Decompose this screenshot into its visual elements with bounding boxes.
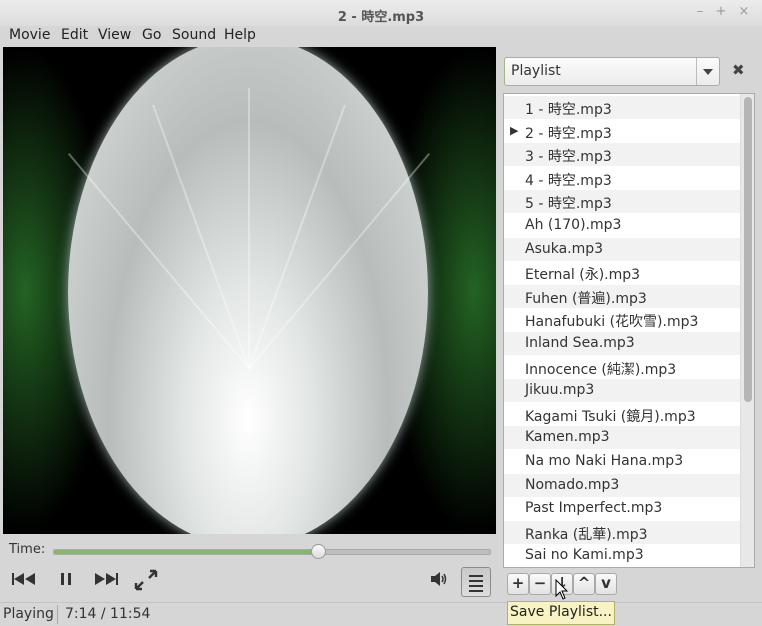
playlist-item[interactable]: Eternal (永).mp3 <box>504 261 740 284</box>
playlist-item-label: Past Imperfect.mp3 <box>525 500 663 517</box>
menu-help[interactable]: Help <box>224 27 256 43</box>
sidebar-toggle-button[interactable] <box>461 567 491 597</box>
sidebar-selector[interactable]: Playlist <box>504 57 720 86</box>
speaker-icon <box>431 572 447 586</box>
volume-button[interactable] <box>430 571 450 591</box>
playback-controls <box>0 565 496 601</box>
mouse-cursor-icon <box>555 579 569 600</box>
menu-go[interactable]: Go <box>142 27 161 43</box>
playlist-item[interactable]: Innocence (純潔).mp3 <box>504 356 740 379</box>
menu-view[interactable]: View <box>98 27 131 43</box>
playback-state: Playing <box>3 606 54 622</box>
menu-movie[interactable]: Movie <box>9 27 50 43</box>
playlist-item-label: Sai no Kami.mp3 <box>525 547 644 564</box>
playlist-item-label: Kagami Tsuki (鏡月).mp3 <box>525 408 696 425</box>
visual-ray <box>248 88 250 369</box>
list-icon-line <box>469 585 483 587</box>
window-title: 2 - 時空.mp3 <box>337 10 425 25</box>
visual-ray <box>67 152 250 370</box>
menu-edit[interactable]: Edit <box>61 27 88 43</box>
playlist-item-label: Innocence (純潔).mp3 <box>525 361 677 378</box>
menu-bar: Movie Edit View Go Sound Help <box>0 26 762 46</box>
close-sidebar-icon[interactable]: ✖ <box>732 61 745 79</box>
playlist-scrollbar[interactable] <box>740 94 754 567</box>
seek-slider[interactable] <box>53 544 491 559</box>
menu-sound[interactable]: Sound <box>172 27 216 43</box>
seek-progress <box>54 550 318 554</box>
status-bar: Playing 7:14 / 11:54 <box>0 602 762 626</box>
playlist-item-label: Ah (170).mp3 <box>525 217 622 233</box>
playlist-item[interactable]: ▶ 2 - 時空.mp3 <box>504 120 740 143</box>
playlist-item[interactable]: Ranka (乱華).mp3 <box>504 520 740 544</box>
time-label: Time: <box>9 542 46 557</box>
playlist-item[interactable]: 3 - 時空.mp3 <box>504 143 740 167</box>
playlist-item[interactable]: Nomado.mp3 <box>504 473 740 497</box>
playback-time: 7:14 / 11:54 <box>65 606 151 622</box>
visual-ray <box>248 152 431 370</box>
playlist-item-label: Asuka.mp3 <box>525 240 604 257</box>
playlist-item-label: 1 - 時空.mp3 <box>525 102 612 118</box>
seek-handle[interactable] <box>310 544 326 559</box>
remove-button[interactable]: − <box>529 573 551 595</box>
visual-ray <box>248 104 346 369</box>
playlist-item-label: 4 - 時空.mp3 <box>525 172 612 189</box>
chevron-down-icon[interactable] <box>696 58 719 85</box>
playlist-item-label: 2 - 時空.mp3 <box>525 125 612 142</box>
playlist-item[interactable]: Kagami Tsuki (鏡月).mp3 <box>504 403 740 426</box>
title-bar: 2 - 時空.mp3 – + × <box>0 0 762 27</box>
playlist-item-label: Kamen.mp3 <box>525 429 610 446</box>
scrollbar-thumb[interactable] <box>744 97 752 402</box>
playlist-item-label: Ranka (乱華).mp3 <box>525 526 648 543</box>
playlist-item-label: Na mo Naki Hana.mp3 <box>525 453 684 469</box>
playlist-item[interactable]: Fuhen (普遍).mp3 <box>504 284 740 308</box>
previous-icon <box>12 573 35 585</box>
close-button[interactable]: × <box>737 5 751 19</box>
move-up-button[interactable]: ^ <box>573 573 595 595</box>
add-button[interactable]: + <box>507 573 529 595</box>
maximize-button[interactable]: + <box>714 5 728 19</box>
tooltip: Save Playlist... <box>507 601 615 625</box>
pause-icon <box>61 573 71 585</box>
playlist-item[interactable]: Ah (170).mp3 <box>504 214 740 237</box>
playlist-item[interactable]: Kamen.mp3 <box>504 426 740 450</box>
playlist-item-label: Eternal (永).mp3 <box>525 267 641 284</box>
playlist-item[interactable]: 5 - 時空.mp3 <box>504 190 740 214</box>
minimize-button[interactable]: – <box>693 5 707 19</box>
playlist-item-label: Fuhen (普遍).mp3 <box>525 290 647 307</box>
pause-button[interactable] <box>58 571 74 591</box>
playlist-item-label: Hanafubuki (花吹雪).mp3 <box>525 314 699 331</box>
playlist-toolbar: + − ↓ ^ v <box>503 570 753 596</box>
time-bar: Time: <box>3 538 496 562</box>
previous-button[interactable] <box>11 571 37 591</box>
playlist-item[interactable]: Asuka.mp3 <box>504 237 740 261</box>
status-divider <box>57 605 58 624</box>
visual-ray <box>152 104 250 369</box>
fullscreen-icon <box>134 569 158 591</box>
playlist-item[interactable]: Past Imperfect.mp3 <box>504 497 740 520</box>
sidebar-selector-value: Playlist <box>511 63 561 79</box>
now-playing-icon: ▶ <box>510 123 519 137</box>
playlist-item[interactable]: 4 - 時空.mp3 <box>504 167 740 190</box>
visual-oval <box>67 47 431 534</box>
playlist-item[interactable]: Jikuu.mp3 <box>504 379 740 403</box>
fullscreen-button[interactable] <box>133 568 159 596</box>
playlist-item-label: Inland Sea.mp3 <box>525 335 635 351</box>
playlist-item[interactable]: Inland Sea.mp3 <box>504 332 740 355</box>
playlist: Sai no Kami.mp3 Ranka (乱華).mp3 Past Imperf… <box>503 93 755 568</box>
playlist-item-label: Jikuu.mp3 <box>525 382 595 399</box>
playlist-item[interactable]: 1 - 時空.mp3 <box>504 96 740 119</box>
list-icon-line <box>469 590 483 592</box>
next-icon <box>95 573 118 585</box>
playlist-item-label: Nomado.mp3 <box>525 476 620 493</box>
playlist-item[interactable]: Hanafubuki (花吹雪).mp3 <box>504 308 740 331</box>
playlist-item-label: 3 - 時空.mp3 <box>525 149 612 166</box>
playlist-item[interactable]: Na mo Naki Hana.mp3 <box>504 450 740 473</box>
list-icon-line <box>469 580 483 582</box>
video-visualization[interactable] <box>3 47 496 534</box>
next-button[interactable] <box>93 571 119 591</box>
playlist-item-label: 5 - 時空.mp3 <box>525 196 612 213</box>
playlist-item[interactable]: Sai no Kami.mp3 <box>504 544 740 567</box>
list-icon <box>469 575 483 577</box>
move-down-button[interactable]: v <box>595 573 617 595</box>
